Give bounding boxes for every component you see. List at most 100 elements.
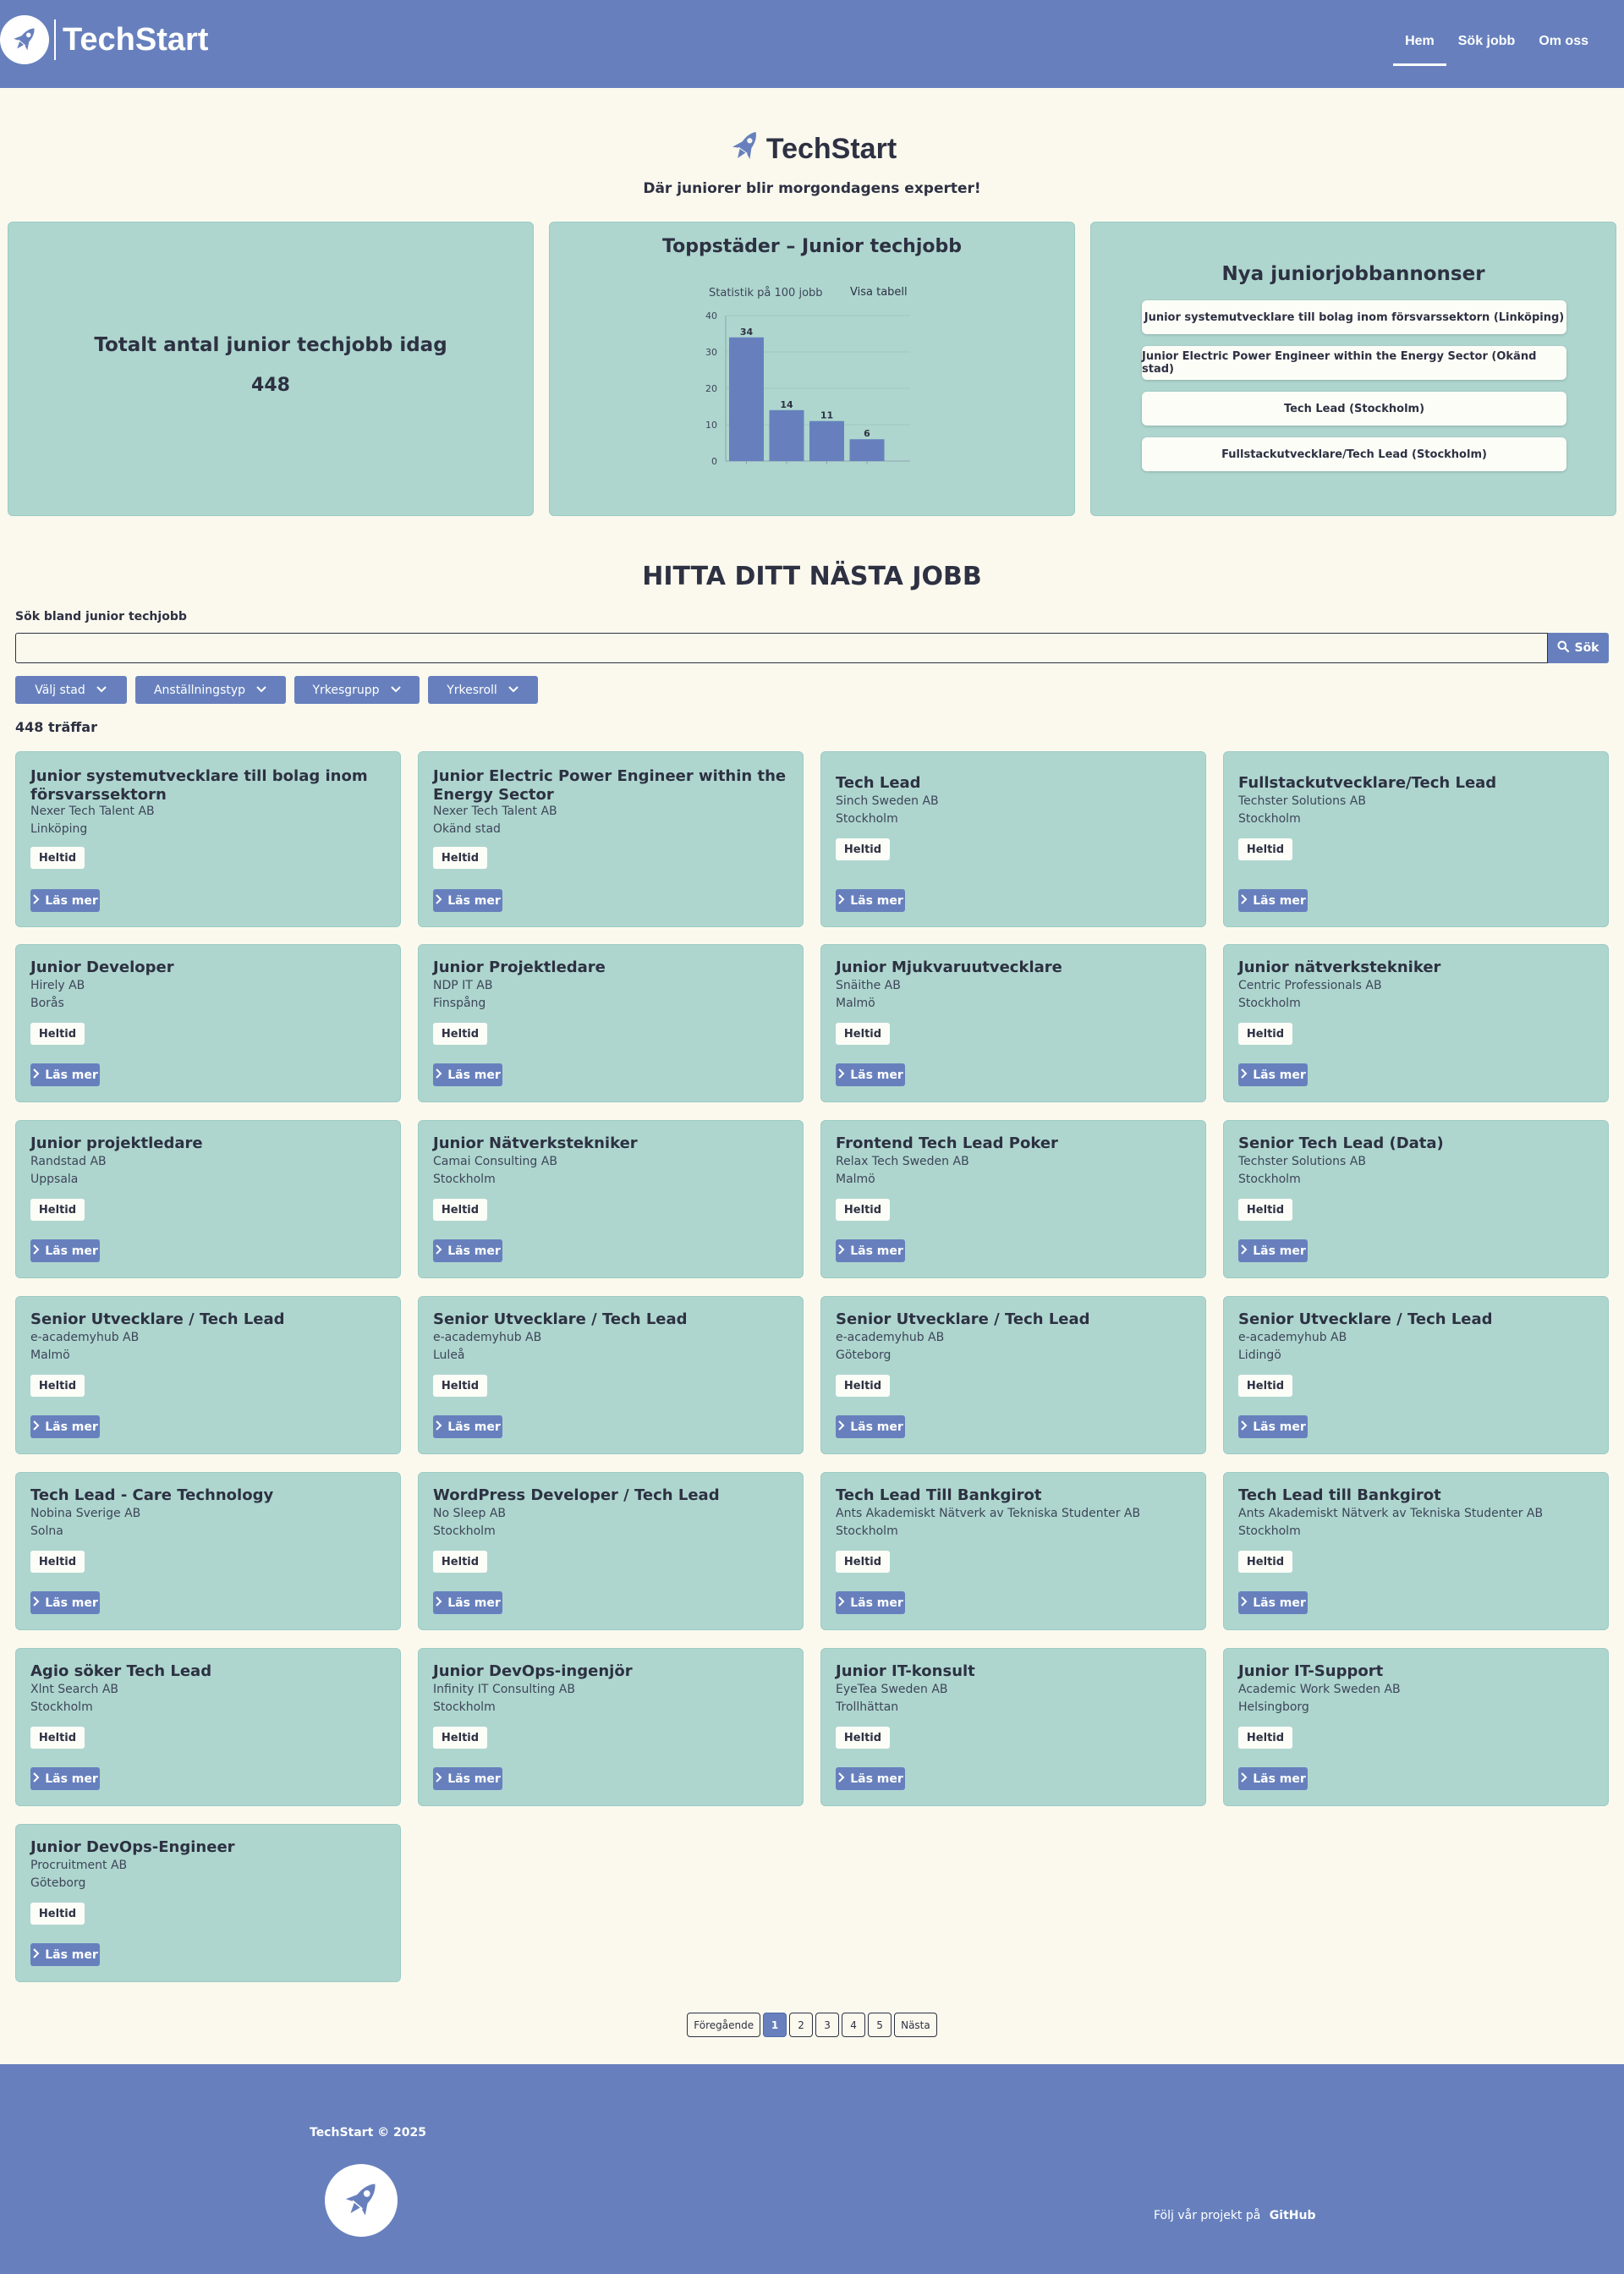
job-city: Helsingborg <box>1238 1700 1309 1714</box>
nav-item-find-jobs[interactable]: Sök jobb <box>1446 30 1528 66</box>
job-city: Stockholm <box>1238 997 1301 1010</box>
page-button-2[interactable]: 2 <box>789 2013 814 2037</box>
job-title: Junior nätverkstekniker <box>1238 958 1441 976</box>
read-more-button[interactable]: Läs mer <box>836 1063 905 1086</box>
read-more-button[interactable]: Läs mer <box>433 1063 502 1086</box>
read-more-button[interactable]: Läs mer <box>30 1063 100 1086</box>
github-link[interactable]: GitHub <box>1270 2209 1316 2222</box>
chart-bar <box>729 337 764 461</box>
read-more-button[interactable]: Läs mer <box>30 1591 100 1614</box>
brand[interactable]: TechStart <box>0 15 208 64</box>
chevron-right-icon <box>1240 1771 1248 1786</box>
rocket-icon <box>325 2164 398 2237</box>
employment-type-badge: Heltid <box>1238 1375 1292 1397</box>
filter-employment-type-dropdown[interactable]: Anställningstyp <box>135 676 286 704</box>
y-tick-label: 10 <box>705 420 717 431</box>
search-heading: HITTA DITT NÄSTA JOBB <box>642 562 982 591</box>
read-more-button[interactable]: Läs mer <box>1238 1239 1308 1262</box>
read-more-button[interactable]: Läs mer <box>30 1239 100 1262</box>
read-more-button[interactable]: Läs mer <box>30 889 100 912</box>
read-more-button[interactable]: Läs mer <box>836 889 905 912</box>
x-tick-label: Stoc… <box>732 466 761 468</box>
chevron-right-icon <box>1240 1596 1248 1610</box>
job-company: NDP IT AB <box>433 979 493 992</box>
job-card: Junior DevOps-Engineer Procruitment AB Göt… <box>15 1824 401 1982</box>
read-more-button[interactable]: Läs mer <box>433 1591 502 1614</box>
job-city: Stockholm <box>1238 1173 1301 1186</box>
chevron-right-icon <box>1240 893 1248 908</box>
job-company: Academic Work Sweden AB <box>1238 1683 1401 1696</box>
job-card: Senior Utvecklare / Tech Lead e-academyhu… <box>820 1296 1206 1454</box>
page-button-4[interactable]: 4 <box>842 2013 866 2037</box>
read-more-label: Läs mer <box>45 1947 98 1962</box>
job-city: Malmö <box>836 997 875 1010</box>
read-more-label: Läs mer <box>850 1596 903 1610</box>
read-more-button[interactable]: Läs mer <box>30 1767 100 1790</box>
nav-item-home[interactable]: Hem <box>1393 30 1446 66</box>
filter-occupation-role-dropdown[interactable]: Yrkesroll <box>428 676 538 704</box>
job-city: Stockholm <box>433 1173 496 1186</box>
job-title: Junior systemutvecklare till bolag inom … <box>30 767 368 804</box>
read-more-button[interactable]: Läs mer <box>1238 1591 1308 1614</box>
filter-label: Yrkesroll <box>447 683 497 697</box>
chevron-down-icon <box>96 684 107 697</box>
search-icon <box>1557 640 1570 656</box>
job-company: Ants Akademiskt Nätverk av Tekniska Stud… <box>1238 1507 1544 1520</box>
chevron-right-icon <box>837 1068 845 1082</box>
read-more-button[interactable]: Läs mer <box>30 1943 100 1966</box>
new-job-item[interactable]: Junior systemutvecklare till bolag inom … <box>1142 300 1566 334</box>
chevron-right-icon <box>837 893 845 908</box>
next-page-button[interactable]: Nästa <box>894 2013 937 2037</box>
job-title: Junior DevOps-ingenjör <box>433 1662 633 1680</box>
read-more-button[interactable]: Läs mer <box>30 1415 100 1438</box>
employment-type-badge: Heltid <box>30 1023 85 1045</box>
search-input[interactable] <box>15 633 1548 663</box>
job-card: Junior systemutvecklare till bolag inom … <box>15 751 401 927</box>
chevron-right-icon <box>32 1596 40 1610</box>
job-card: Senior Utvecklare / Tech Lead e-academyhu… <box>418 1296 804 1454</box>
job-city: Borås <box>30 997 64 1010</box>
read-more-button[interactable]: Läs mer <box>836 1239 905 1262</box>
new-job-item[interactable]: Junior Electric Power Engineer within th… <box>1142 346 1566 380</box>
previous-page-button[interactable]: Föregående <box>687 2013 761 2037</box>
read-more-button[interactable]: Läs mer <box>433 889 502 912</box>
show-table-toggle[interactable]: Visa tabell <box>850 286 908 299</box>
read-more-label: Läs mer <box>45 1068 98 1082</box>
chevron-right-icon <box>1240 1420 1248 1434</box>
read-more-button[interactable]: Läs mer <box>433 1415 502 1438</box>
read-more-label: Läs mer <box>1253 1244 1306 1258</box>
filter-occupation-group-dropdown[interactable]: Yrkesgrupp <box>294 676 420 704</box>
read-more-button[interactable]: Läs mer <box>433 1767 502 1790</box>
page-button-1[interactable]: 1 <box>763 2013 787 2037</box>
employment-type-badge: Heltid <box>433 1551 487 1573</box>
job-company: Techster Solutions AB <box>1238 1155 1366 1168</box>
read-more-label: Läs mer <box>850 1244 903 1258</box>
read-more-button[interactable]: Läs mer <box>836 1415 905 1438</box>
read-more-button[interactable]: Läs mer <box>836 1591 905 1614</box>
new-job-item[interactable]: Tech Lead (Stockholm) <box>1142 392 1566 426</box>
page-button-5[interactable]: 5 <box>868 2013 892 2037</box>
read-more-button[interactable]: Läs mer <box>836 1767 905 1790</box>
filter-city-dropdown[interactable]: Välj stad <box>15 676 127 704</box>
job-title: Tech Lead - Care Technology <box>30 1486 274 1504</box>
x-tick-label: Mal… <box>854 466 880 468</box>
search-button[interactable]: Sök <box>1548 633 1609 663</box>
read-more-button[interactable]: Läs mer <box>1238 1063 1308 1086</box>
employment-type-badge: Heltid <box>836 1199 890 1221</box>
job-title: Junior Developer <box>30 958 174 976</box>
job-title: Fullstackutvecklare/Tech Lead <box>1238 774 1497 792</box>
new-job-item[interactable]: Fullstackutvecklare/Tech Lead (Stockholm… <box>1142 437 1566 471</box>
read-more-button[interactable]: Läs mer <box>1238 1767 1308 1790</box>
employment-type-badge: Heltid <box>30 847 85 869</box>
read-more-button[interactable]: Läs mer <box>1238 1415 1308 1438</box>
nav-item-about[interactable]: Om oss <box>1527 30 1600 66</box>
read-more-button[interactable]: Läs mer <box>1238 889 1308 912</box>
chevron-down-icon <box>390 684 402 697</box>
job-company: EyeTea Sweden AB <box>836 1683 948 1696</box>
page-button-3[interactable]: 3 <box>815 2013 840 2037</box>
rocket-icon <box>727 127 763 171</box>
job-company: e-academyhub AB <box>30 1331 140 1344</box>
job-card: Frontend Tech Lead Poker Relax Tech Swede… <box>820 1120 1206 1278</box>
read-more-button[interactable]: Läs mer <box>433 1239 502 1262</box>
brand-name: TechStart <box>63 21 209 58</box>
